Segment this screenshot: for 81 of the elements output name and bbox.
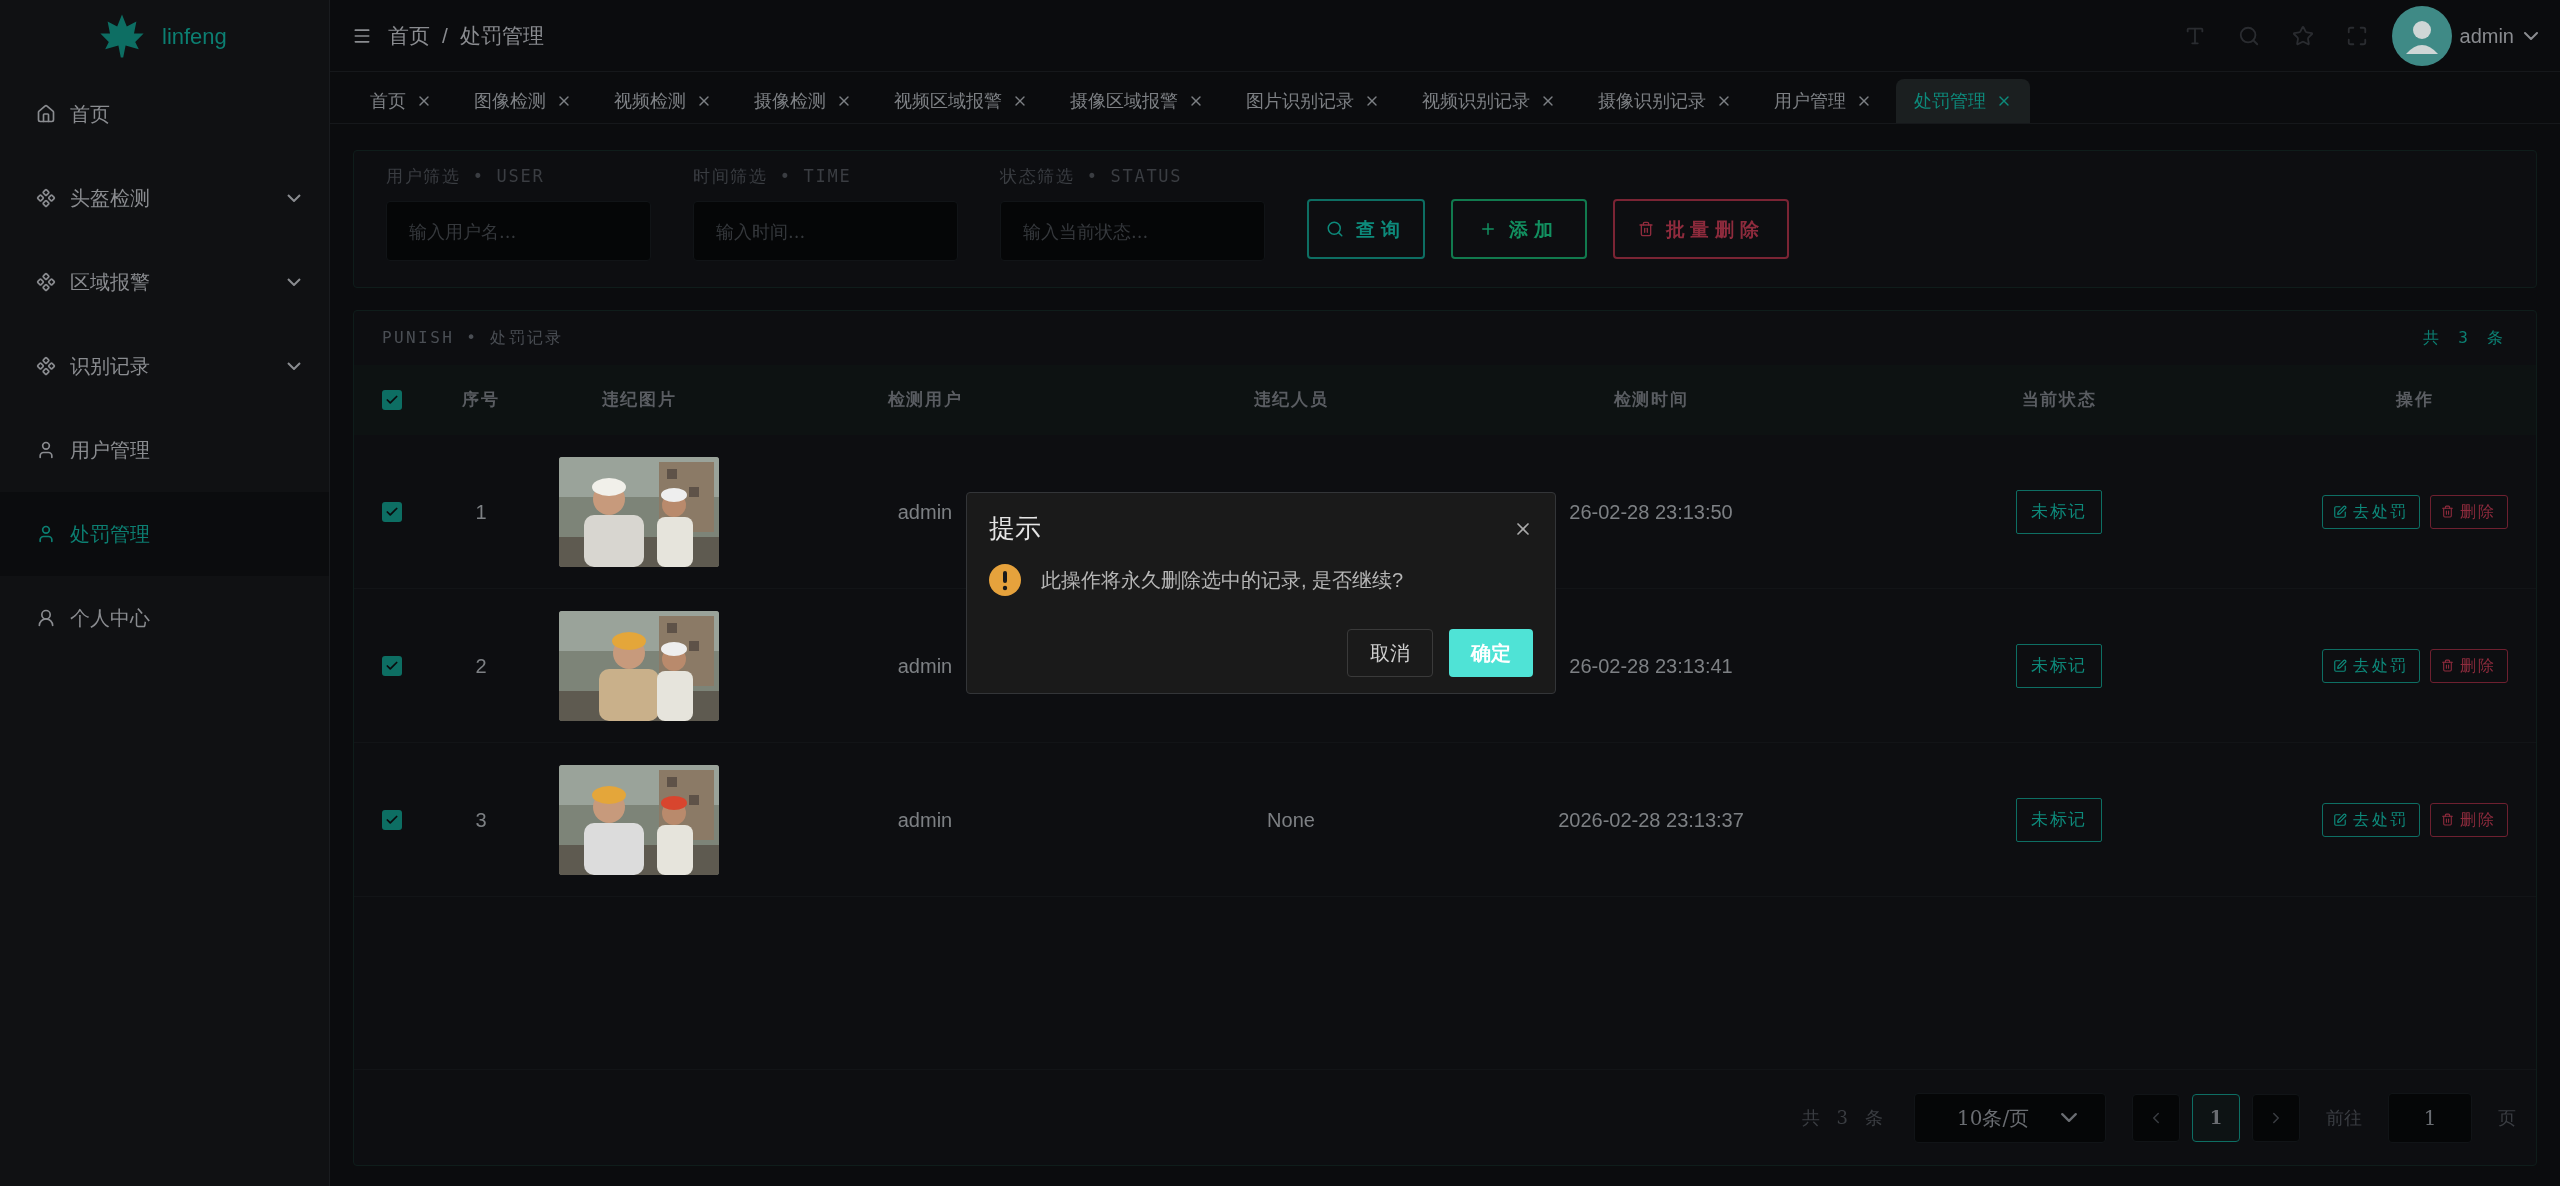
edit-icon	[2333, 812, 2348, 827]
dialog-title: 提示	[989, 512, 1041, 545]
column-header: 检测用户	[887, 389, 963, 412]
sidebar-item[interactable]: 头盔检测	[0, 156, 329, 240]
search-icon	[1326, 220, 1345, 238]
tab[interactable]: 图片识别记录	[1228, 79, 1398, 123]
user-name[interactable]: admin	[2459, 20, 2514, 51]
record-count: 共 3 条	[2423, 327, 2508, 349]
cancel-button[interactable]: 取消	[1347, 629, 1433, 677]
table-cell-text: admin	[897, 499, 953, 525]
checkbox[interactable]	[382, 809, 402, 830]
sidebar-item[interactable]: 用户管理	[0, 408, 329, 492]
trash-icon	[2440, 659, 2454, 672]
punish-button[interactable]: 去处罚	[2322, 802, 2420, 837]
sidebar-item[interactable]: 处罚管理	[0, 492, 329, 576]
person-icon	[36, 608, 56, 628]
user-icon	[36, 524, 56, 544]
table-cell-text: admin	[897, 653, 953, 679]
sidebar-item[interactable]: 首页	[0, 72, 329, 156]
punish-button[interactable]: 去处罚	[2322, 494, 2420, 529]
page-input[interactable]: 1	[2388, 1092, 2472, 1143]
diamonds-icon	[36, 356, 56, 376]
warning-icon	[989, 564, 1021, 596]
column-header: 当前状态	[2021, 389, 2097, 412]
edit-icon	[2333, 504, 2348, 519]
avatar[interactable]	[2391, 5, 2452, 66]
app-name: linfeng	[162, 22, 227, 51]
chevron-down-icon	[2061, 1113, 2077, 1122]
status-tag: 未标记	[2015, 797, 2103, 842]
table-cell-text: admin	[897, 807, 953, 833]
status-tag: 未标记	[2015, 489, 2103, 534]
trash-icon	[2440, 813, 2454, 826]
breadcrumb-separator: /	[442, 22, 448, 49]
column-header: 操作	[2396, 389, 2434, 412]
edit-icon	[2333, 658, 2348, 673]
trash-icon	[2440, 505, 2454, 518]
home-icon	[36, 104, 56, 124]
sidebar-item[interactable]: 个人中心	[0, 576, 329, 660]
tab[interactable]: 摄像检测	[736, 79, 870, 123]
checkbox[interactable]	[382, 390, 402, 410]
column-header: 序号	[462, 389, 500, 412]
diamonds-icon	[36, 188, 56, 208]
tab[interactable]: 图像检测	[456, 79, 590, 123]
user-icon	[36, 440, 56, 460]
tab[interactable]: 视频识别记录	[1404, 79, 1574, 123]
table-cell-text: 26-02-28 23:13:41	[1569, 653, 1733, 679]
breadcrumb[interactable]: 首页	[388, 19, 430, 52]
diamonds-icon	[36, 272, 56, 292]
column-header: 检测时间	[1613, 389, 1689, 412]
table-title: PUNISH • 处罚记录	[382, 327, 564, 349]
tab[interactable]: 摄像识别记录	[1580, 79, 1750, 123]
status-tag: 未标记	[2015, 643, 2103, 688]
tab[interactable]: 摄像区域报警	[1052, 79, 1222, 123]
table-cell-text: 2	[475, 653, 487, 679]
tab[interactable]: 用户管理	[1756, 79, 1890, 123]
page-button[interactable]: 1	[2192, 1093, 2240, 1142]
add-button[interactable]: 添加	[1451, 199, 1587, 259]
column-header: 违纪人员	[1253, 389, 1329, 412]
checkbox[interactable]	[382, 655, 402, 676]
punish-button[interactable]: 去处罚	[2322, 648, 2420, 683]
trash-icon	[1637, 221, 1654, 237]
page-size-select[interactable]: 10条/页	[1914, 1092, 2106, 1143]
table-cell-text: 2026-02-28 23:13:37	[1558, 807, 1744, 833]
checkbox[interactable]	[382, 501, 402, 522]
table-cell-text: 3	[475, 807, 487, 833]
table-cell-text: 1	[475, 499, 487, 525]
tab[interactable]: 首页	[352, 79, 450, 123]
table-cell-text: None	[1267, 807, 1315, 833]
tab[interactable]: 处罚管理	[1896, 79, 2030, 123]
table-cell-text: 26-02-28 23:13:50	[1569, 499, 1733, 525]
breadcrumb: 处罚管理	[459, 22, 544, 49]
search-button[interactable]: 查询	[1307, 199, 1425, 259]
sidebar-item[interactable]: 区域报警	[0, 240, 329, 324]
tab[interactable]: 视频区域报警	[876, 79, 1046, 123]
chevron-down-icon	[2524, 31, 2538, 40]
column-header: 违纪图片	[601, 389, 677, 412]
sidebar-item[interactable]: 识别记录	[0, 324, 329, 408]
star-icon[interactable]	[2291, 24, 2314, 47]
tab[interactable]: 视频检测	[596, 79, 730, 123]
check-icon	[385, 393, 399, 407]
dialog-message: 此操作将永久删除选中的记录, 是否继续?	[1041, 568, 1404, 593]
